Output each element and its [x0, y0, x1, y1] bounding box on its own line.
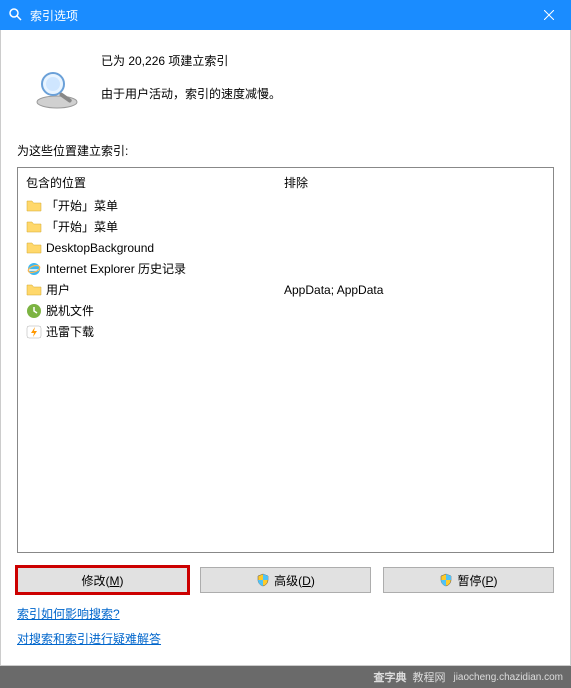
link-troubleshoot[interactable]: 对搜索和索引进行疑难解答 — [17, 630, 161, 647]
locations-list: 包含的位置 排除 「开始」菜单「开始」菜单 DesktopBackground In… — [17, 167, 554, 553]
item-name: DesktopBackground — [46, 241, 154, 255]
watermark-text: 教程网 — [412, 669, 445, 685]
list-item[interactable]: 脱机文件 — [18, 300, 553, 321]
item-name: 用户 — [46, 281, 70, 298]
indexing-status: 由于用户活动，索引的速度减慢。 — [101, 85, 554, 102]
item-excluded: AppData; AppData — [284, 283, 545, 297]
folder-icon — [26, 240, 42, 256]
item-name: 「开始」菜单 — [46, 197, 118, 214]
list-item[interactable]: 「开始」菜单 — [18, 216, 553, 237]
column-included: 包含的位置 — [26, 174, 284, 191]
list-item[interactable]: DesktopBackground — [18, 237, 553, 258]
close-button[interactable] — [526, 0, 571, 30]
list-body[interactable]: 「开始」菜单「开始」菜单 DesktopBackground Internet Ex… — [18, 195, 553, 552]
list-item[interactable]: 迅雷下载 — [18, 321, 553, 342]
item-name: 「开始」菜单 — [46, 218, 118, 235]
watermark: 查字典 教程网 jiaocheng.chazidian.com — [0, 666, 571, 688]
thunder-icon — [26, 324, 42, 340]
watermark-url: jiaocheng.chazidian.com — [453, 672, 563, 683]
locations-label: 为这些位置建立索引: — [17, 142, 554, 159]
close-icon — [544, 10, 554, 20]
dialog-content: 已为 20,226 项建立索引 由于用户活动，索引的速度减慢。 为这些位置建立索… — [0, 30, 571, 666]
link-how-affects-search[interactable]: 索引如何影响搜索? — [17, 605, 120, 622]
shield-icon — [439, 573, 453, 587]
item-name: 脱机文件 — [46, 302, 94, 319]
column-excluded: 排除 — [284, 174, 545, 191]
info-section: 已为 20,226 项建立索引 由于用户活动，索引的速度减慢。 — [17, 46, 554, 118]
indexed-count: 已为 20,226 项建立索引 — [101, 52, 554, 69]
shield-icon — [256, 573, 270, 587]
watermark-logo: 查字典 — [373, 669, 406, 685]
pause-button[interactable]: 暂停(P) — [383, 567, 554, 593]
folder-icon — [26, 282, 42, 298]
advanced-button[interactable]: 高级(D) — [200, 567, 371, 593]
modify-label: 修改(M) — [81, 572, 123, 589]
titlebar: 索引选项 — [0, 0, 571, 30]
list-item[interactable]: 「开始」菜单 — [18, 195, 553, 216]
help-links: 索引如何影响搜索? 对搜索和索引进行疑难解答 — [17, 605, 554, 655]
item-name: 迅雷下载 — [46, 323, 94, 340]
magnifier-icon — [33, 66, 81, 114]
list-header: 包含的位置 排除 — [18, 168, 553, 195]
list-item[interactable]: Internet Explorer 历史记录 — [18, 258, 553, 279]
folder-icon — [26, 198, 42, 214]
button-row: 修改(M) 高级(D) 暂停(P) — [17, 567, 554, 593]
item-name: Internet Explorer 历史记录 — [46, 260, 186, 277]
folder-icon — [26, 219, 42, 235]
ie-icon — [26, 261, 42, 277]
modify-button[interactable]: 修改(M) — [17, 567, 188, 593]
pause-label: 暂停(P) — [457, 572, 497, 589]
list-item[interactable]: 用户 AppData; AppData — [18, 279, 553, 300]
window-title: 索引选项 — [30, 7, 526, 24]
info-text: 已为 20,226 项建立索引 由于用户活动，索引的速度减慢。 — [101, 46, 554, 118]
advanced-label: 高级(D) — [274, 572, 315, 589]
offline-icon — [26, 303, 42, 319]
search-options-icon — [8, 7, 24, 23]
